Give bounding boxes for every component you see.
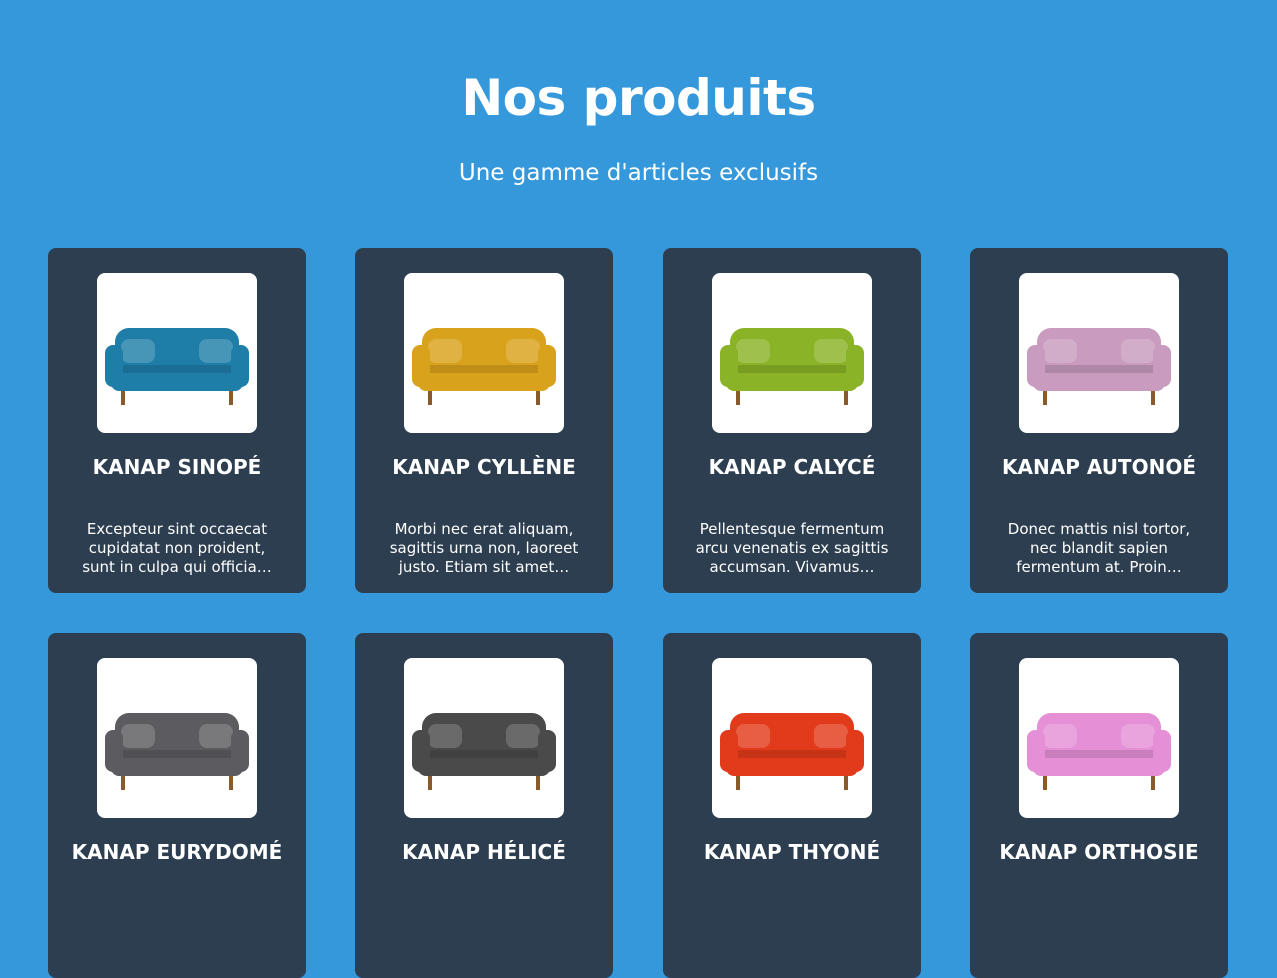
product-description: Donec mattis nisl tortor, nec blandit sa…	[1007, 520, 1191, 576]
dark-gray-sofa-icon	[404, 658, 564, 818]
page-subtitle: Une gamme d'articles exclusifs	[458, 160, 819, 186]
product-card[interactable]: KANAP SINOPÉ Excepteur sint occaecat cupi…	[48, 248, 306, 593]
product-card[interactable]: KANAP AUTONOÉ Donec mattis nisl tortor, n…	[970, 248, 1228, 593]
product-description	[691, 905, 893, 962]
product-card[interactable]: KANAP ORTHOSIE	[970, 633, 1228, 978]
product-name: KANAP EURYDOMÉ	[71, 840, 283, 864]
product-name: KANAP ORTHOSIE	[999, 840, 1199, 864]
pink-sofa-icon	[1019, 273, 1179, 433]
product-description	[383, 905, 585, 962]
product-description: Morbi nec erat aliquam, sagittis urna no…	[389, 520, 579, 576]
product-card[interactable]: KANAP CALYCÉ Pellentesque fermentum arcu …	[663, 248, 921, 593]
yellow-sofa-icon	[404, 273, 564, 433]
product-card[interactable]: KANAP HÉLICÉ	[355, 633, 613, 978]
products-page: Nos produits Une gamme d'articles exclus…	[0, 0, 1277, 978]
product-description	[76, 905, 278, 962]
product-description: Pellentesque fermentum arcu venenatis ex…	[695, 520, 889, 576]
product-name: KANAP AUTONOÉ	[1002, 455, 1196, 479]
blue-sofa-icon	[97, 273, 257, 433]
product-card[interactable]: KANAP THYONÉ	[663, 633, 921, 978]
green-sofa-icon	[712, 273, 872, 433]
product-description: Excepteur sint occaecat cupidatat non pr…	[82, 520, 272, 576]
product-card[interactable]: KANAP EURYDOMÉ	[48, 633, 306, 978]
product-name: KANAP HÉLICÉ	[402, 840, 566, 864]
product-name: KANAP CALYCÉ	[708, 455, 876, 479]
gray-sofa-icon	[97, 658, 257, 818]
product-name: KANAP SINOPÉ	[92, 455, 262, 479]
pink-tufted-sofa-icon	[1019, 658, 1179, 818]
product-name: KANAP CYLLÈNE	[392, 455, 576, 479]
product-name: KANAP THYONÉ	[703, 840, 881, 864]
page-title: Nos produits	[461, 69, 816, 127]
product-card[interactable]: KANAP CYLLÈNE Morbi nec erat aliquam, sag…	[355, 248, 613, 593]
product-description	[998, 905, 1200, 962]
red-sofa-icon	[712, 658, 872, 818]
